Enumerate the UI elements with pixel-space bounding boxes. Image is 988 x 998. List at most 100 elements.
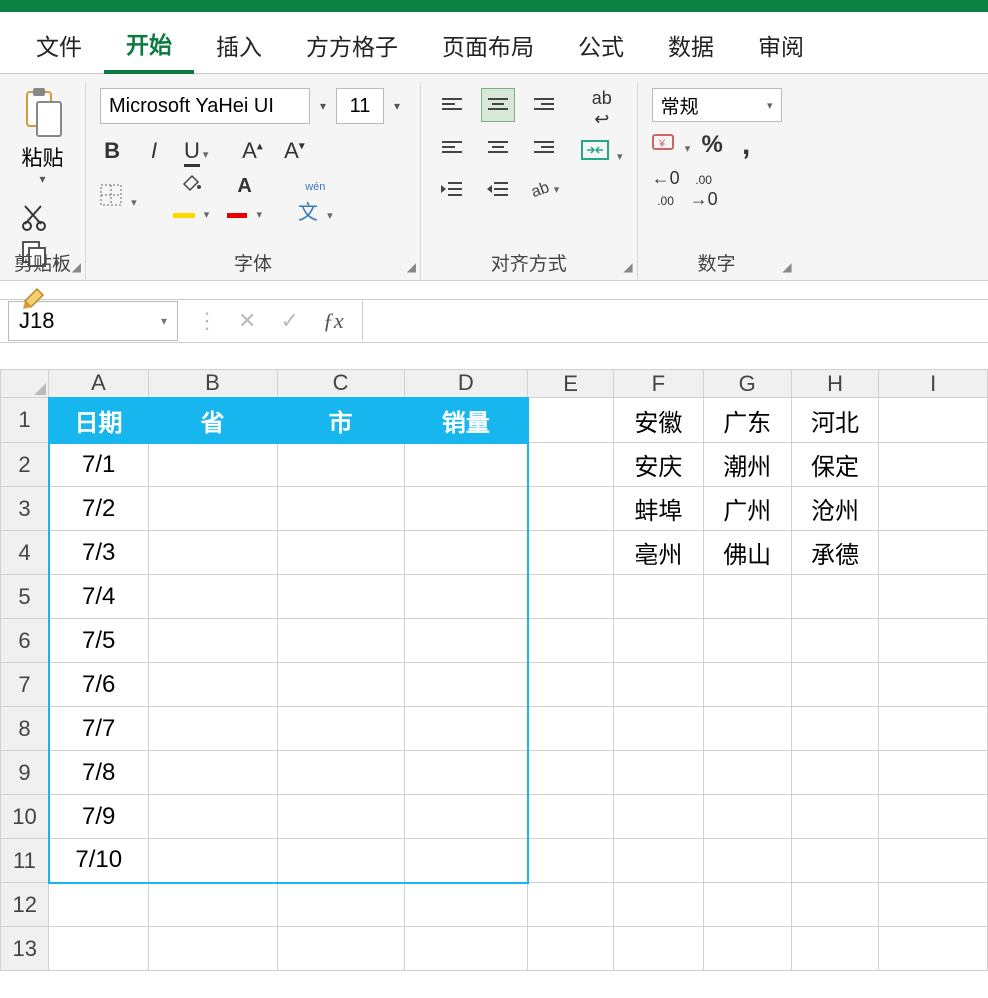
cell[interactable] [148,531,277,575]
align-mid-right-icon[interactable] [527,130,561,164]
orientation-icon[interactable]: ab [527,172,561,206]
cell[interactable] [528,839,614,883]
col-header[interactable]: B [148,370,277,398]
col-header[interactable]: E [528,370,614,398]
cell[interactable] [148,663,277,707]
cell[interactable] [791,707,879,751]
row-header[interactable]: 3 [1,487,49,531]
font-name-dropdown[interactable]: ▾ [314,99,332,113]
cell[interactable]: 市 [277,398,404,443]
number-launcher-icon[interactable]: ◢ [782,260,791,274]
cell[interactable] [528,707,614,751]
cell[interactable] [277,927,404,971]
cell[interactable] [277,751,404,795]
clipboard-launcher-icon[interactable]: ◢ [72,260,81,274]
cell[interactable] [404,707,527,751]
cell[interactable] [277,443,404,487]
format-painter-icon[interactable] [21,281,60,311]
tab-file[interactable]: 文件 [14,22,104,72]
cell[interactable] [404,663,527,707]
row-header[interactable]: 11 [1,839,49,883]
cell[interactable] [614,927,704,971]
row-header[interactable]: 9 [1,751,49,795]
cell[interactable] [703,707,791,751]
cell[interactable] [879,839,988,883]
align-top-right-icon[interactable] [527,88,561,122]
cell[interactable] [879,927,988,971]
cell[interactable] [404,883,527,927]
cell[interactable] [528,487,614,531]
cell[interactable] [404,795,527,839]
cell[interactable]: 安庆 [614,443,704,487]
decrease-decimal-icon[interactable]: .00→0 [690,168,718,210]
cell[interactable] [148,707,277,751]
cell[interactable] [148,839,277,883]
cell[interactable] [528,531,614,575]
cell[interactable] [148,443,277,487]
cell[interactable]: 7/7 [49,707,148,751]
cancel-formula-icon[interactable]: ✕ [238,308,256,334]
row-header[interactable]: 5 [1,575,49,619]
row-header[interactable]: 2 [1,443,49,487]
row-header[interactable]: 13 [1,927,49,971]
font-launcher-icon[interactable]: ◢ [407,260,416,274]
cell[interactable] [791,619,879,663]
cell[interactable]: 蚌埠 [614,487,704,531]
cell[interactable] [404,751,527,795]
formula-input[interactable] [362,301,988,341]
cell[interactable] [791,751,879,795]
currency-icon[interactable]: ¥ [652,132,691,158]
tab-layout[interactable]: 页面布局 [420,22,556,72]
font-name-select[interactable]: Microsoft YaHei UI [100,88,310,124]
cell[interactable] [404,575,527,619]
cell[interactable] [528,575,614,619]
cell[interactable]: 安徽 [614,398,704,443]
enter-formula-icon[interactable]: ✓ [280,308,298,334]
cell[interactable] [703,839,791,883]
align-top-left-icon[interactable] [435,88,469,122]
clipboard-icon[interactable] [21,88,65,142]
cell[interactable] [404,619,527,663]
cell[interactable]: 省 [148,398,277,443]
cell[interactable] [148,883,277,927]
col-header[interactable]: C [277,370,404,398]
col-header[interactable]: H [791,370,879,398]
increase-font-icon[interactable]: A▴ [240,138,264,164]
cell[interactable] [277,575,404,619]
cell[interactable] [703,751,791,795]
cell[interactable] [277,663,404,707]
font-size-dropdown[interactable]: ▾ [388,99,406,113]
cell[interactable] [528,927,614,971]
increase-decimal-icon[interactable]: ←0.00 [652,168,680,210]
cell[interactable] [879,443,988,487]
cell[interactable] [879,883,988,927]
cell[interactable] [148,619,277,663]
row-header[interactable]: 12 [1,883,49,927]
decrease-indent-icon[interactable] [435,172,469,206]
font-size-select[interactable]: 11 [336,88,384,124]
cell[interactable] [148,795,277,839]
col-header[interactable]: F [614,370,704,398]
cell[interactable] [404,443,527,487]
percent-icon[interactable]: % [700,131,724,159]
paste-dropdown[interactable]: ▾ [34,172,52,186]
alignment-launcher-icon[interactable]: ◢ [623,260,632,274]
cell[interactable] [614,663,704,707]
cell[interactable]: 佛山 [703,531,791,575]
align-mid-left-icon[interactable] [435,130,469,164]
align-top-center-icon[interactable] [481,88,515,122]
cell[interactable]: 7/1 [49,443,148,487]
cell[interactable] [703,575,791,619]
tab-data[interactable]: 数据 [646,22,736,72]
row-header[interactable]: 6 [1,619,49,663]
cell[interactable] [791,795,879,839]
cell[interactable] [49,883,148,927]
fill-color-icon[interactable] [173,172,210,224]
comma-icon[interactable]: , [734,128,758,162]
cell[interactable] [879,575,988,619]
cell[interactable] [879,619,988,663]
underline-button[interactable]: U [184,138,208,164]
cell[interactable] [614,795,704,839]
cell[interactable]: 亳州 [614,531,704,575]
font-color-icon[interactable]: A [227,172,262,224]
